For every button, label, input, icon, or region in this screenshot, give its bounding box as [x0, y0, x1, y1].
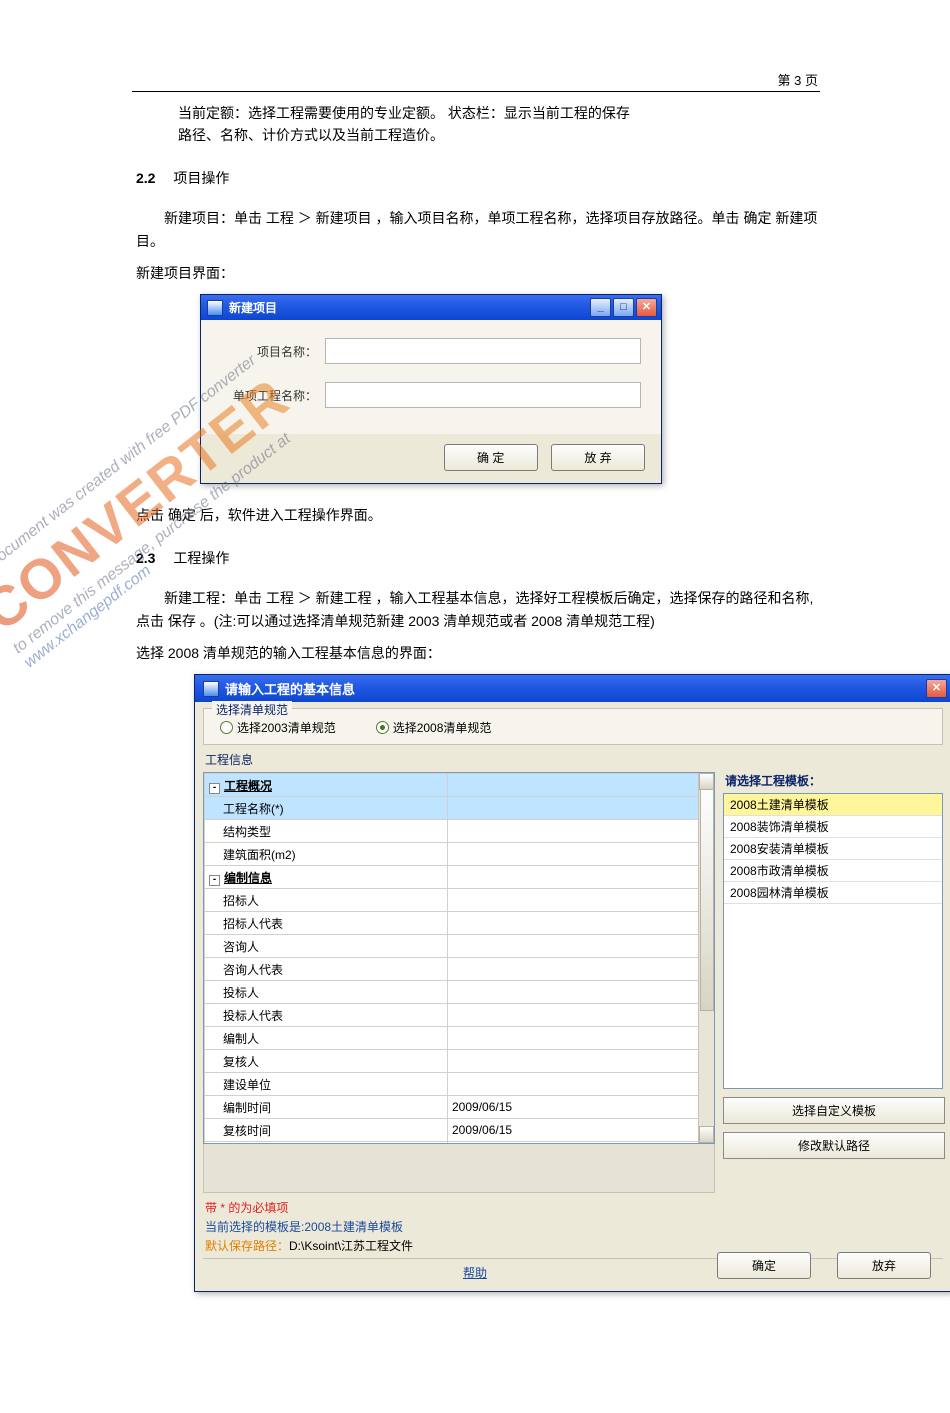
section-title: 工程操作 — [173, 550, 229, 566]
spec-groupbox: 选择清单规范 选择2003清单规范 选择2008清单规范 — [203, 708, 943, 745]
paragraph: 路径、名称、计价方式以及当前工程造价。 — [178, 124, 820, 146]
custom-template-button[interactable]: 选择自定义模板 — [723, 1097, 945, 1124]
header-rule — [132, 91, 820, 92]
detail-panel — [203, 1144, 715, 1193]
row-val[interactable] — [448, 935, 714, 958]
paragraph: 新建工程：单击 工程 ＞ 新建工程 ，输入工程基本信息，选择好工程模板后确定，选… — [136, 587, 820, 632]
groupbox-legend: 选择清单规范 — [212, 701, 292, 718]
info-tree[interactable]: -工程概况 工程名称(*) 结构类型 建筑面积(m2) -编制信息 招标人 招标… — [203, 772, 715, 1144]
required-hint: 带 * 的为必填项 — [205, 1199, 950, 1216]
close-button[interactable]: ✕ — [636, 298, 657, 317]
row-key[interactable]: 建筑面积(m2) — [205, 843, 448, 866]
row-val[interactable] — [448, 843, 714, 866]
row-key[interactable]: 复核人 — [205, 1050, 448, 1073]
template-label: 请选择工程模板： — [725, 772, 943, 789]
vertical-scrollbar[interactable] — [698, 773, 714, 1143]
dialog-title: 请输入工程的基本信息 — [225, 679, 924, 698]
project-name-label: 项目名称： — [221, 343, 317, 360]
close-button[interactable]: ✕ — [926, 679, 947, 698]
row-val[interactable] — [448, 912, 714, 935]
row-key[interactable]: 编制时间 — [205, 1096, 448, 1119]
row-key[interactable]: 复核时间 — [205, 1119, 448, 1142]
section-number: 2.2 — [136, 170, 155, 186]
minimize-button[interactable]: _ — [590, 298, 611, 317]
info-group-label: 工程信息 — [205, 751, 950, 768]
scroll-down-arrow[interactable] — [699, 1126, 714, 1143]
row-val[interactable] — [448, 1004, 714, 1027]
paragraph: 选择 2008 清单规范的输入工程基本信息的界面： — [136, 642, 820, 664]
paragraph: 当前定额：选择工程需要使用的专业定额。 状态栏：显示当前工程的保存 — [178, 102, 820, 124]
row-key[interactable]: 工程名称(*) — [205, 797, 448, 820]
section-title: 项目操作 — [173, 170, 229, 186]
maximize-button[interactable]: □ — [613, 298, 634, 317]
row-val[interactable] — [448, 1050, 714, 1073]
cancel-button[interactable]: 放弃 — [837, 1252, 931, 1279]
single-project-name-input[interactable] — [325, 382, 641, 408]
radio-label: 选择2008清单规范 — [393, 719, 492, 736]
row-key[interactable]: 招标人代表 — [205, 912, 448, 935]
row-key[interactable]: 投标人 — [205, 981, 448, 1004]
project-name-input[interactable] — [325, 338, 641, 364]
template-item[interactable]: 2008园林清单模板 — [724, 882, 942, 904]
row-key[interactable]: 编制人 — [205, 1027, 448, 1050]
cancel-button[interactable]: 放 弃 — [551, 444, 645, 471]
page-number: 第 3 页 — [0, 70, 818, 89]
row-key[interactable]: 咨询人代表 — [205, 958, 448, 981]
template-list[interactable]: 2008土建清单模板 2008装饰清单模板 2008安装清单模板 2008市政清… — [723, 793, 943, 1089]
radio-label: 选择2003清单规范 — [237, 719, 336, 736]
paragraph: 新建项目：单击 工程 ＞ 新建项目 ，输入项目名称，单项工程名称，选择项目存放路… — [136, 207, 820, 252]
dialog-title: 新建项目 — [229, 299, 588, 316]
app-icon — [203, 681, 219, 697]
template-item[interactable]: 2008装饰清单模板 — [724, 816, 942, 838]
modify-path-button[interactable]: 修改默认路径 — [723, 1132, 945, 1159]
scroll-thumb[interactable] — [700, 789, 714, 1011]
row-val[interactable] — [448, 820, 714, 843]
row-key[interactable]: 招标人 — [205, 889, 448, 912]
new-project-dialog: 新建项目 _ □ ✕ 项目名称： 单项工程名称： 确 定 放 弃 — [200, 294, 662, 484]
row-val[interactable] — [448, 981, 714, 1004]
titlebar[interactable]: 请输入工程的基本信息 ✕ — [195, 675, 950, 702]
current-template: 当前选择的模板是:2008土建清单模板 — [205, 1218, 950, 1235]
app-icon — [207, 300, 223, 316]
row-val[interactable] — [448, 1073, 714, 1096]
paragraph: 点击 确定 后，软件进入工程操作界面。 — [136, 504, 820, 526]
group-overview[interactable]: 工程概况 — [224, 779, 272, 793]
template-item[interactable]: 2008土建清单模板 — [724, 794, 942, 816]
row-val[interactable]: 2009/06/15 — [448, 1119, 714, 1142]
row-val[interactable] — [448, 1027, 714, 1050]
radio-2008[interactable]: 选择2008清单规范 — [376, 719, 492, 736]
group-compile[interactable]: 编制信息 — [224, 871, 272, 885]
help-link[interactable]: 帮助 — [463, 1264, 487, 1281]
project-info-dialog: 请输入工程的基本信息 ✕ 选择清单规范 选择2003清单规范 选择2008清单规… — [194, 674, 950, 1292]
titlebar[interactable]: 新建项目 _ □ ✕ — [201, 295, 661, 320]
template-item[interactable]: 2008安装清单模板 — [724, 838, 942, 860]
template-item[interactable]: 2008市政清单模板 — [724, 860, 942, 882]
row-val[interactable]: 2009/06/15 — [448, 1096, 714, 1119]
scroll-up-arrow[interactable] — [699, 773, 714, 790]
row-val[interactable] — [448, 958, 714, 981]
row-val[interactable] — [448, 889, 714, 912]
single-project-name-label: 单项工程名称： — [221, 387, 317, 404]
row-key[interactable]: 投标人代表 — [205, 1004, 448, 1027]
ok-button[interactable]: 确 定 — [444, 444, 538, 471]
ok-button[interactable]: 确定 — [717, 1252, 811, 1279]
row-key[interactable]: 建设单位 — [205, 1073, 448, 1096]
section-number: 2.3 — [136, 550, 155, 566]
row-val[interactable] — [448, 797, 714, 820]
radio-2003[interactable]: 选择2003清单规范 — [220, 719, 336, 736]
row-key[interactable]: 咨询人 — [205, 935, 448, 958]
paragraph: 新建项目界面： — [136, 262, 820, 284]
row-key[interactable]: 结构类型 — [205, 820, 448, 843]
